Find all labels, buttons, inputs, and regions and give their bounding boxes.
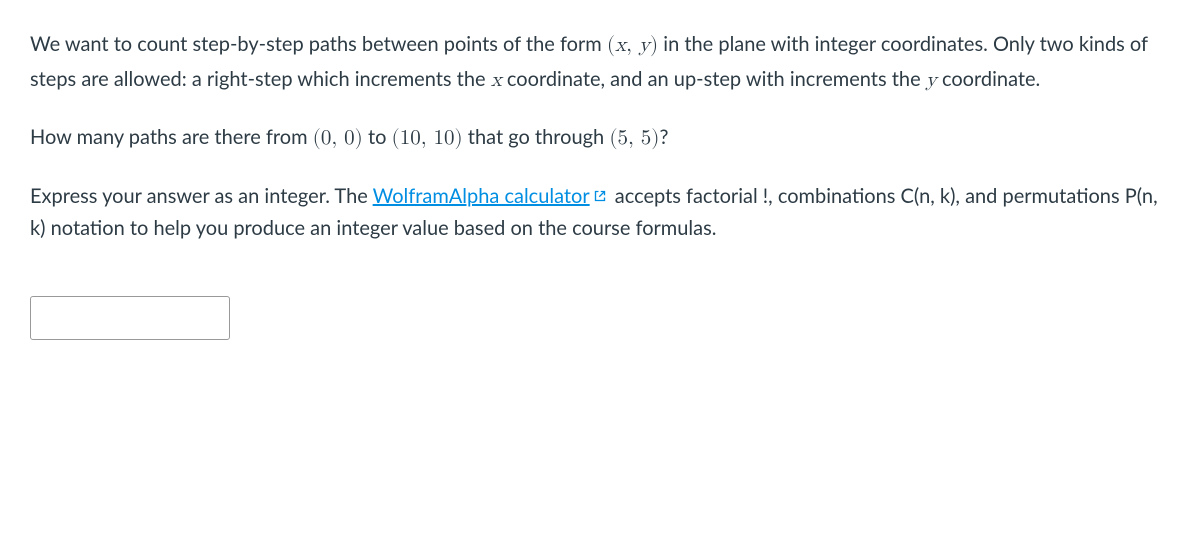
problem-paragraph-1: We want to count step-by-step paths betw… [30,28,1170,97]
text-fragment: coordinate. [937,67,1040,91]
math-var-x: x [491,70,502,91]
math-sep: , [626,35,639,56]
math-var-y: y [926,70,937,91]
math-point: (5, 5) [609,128,659,149]
math-point: (0, 0) [313,128,363,149]
link-text: WolframAlpha calculator [373,184,590,208]
text-fragment: that go through [463,125,610,149]
paren-open: ( [607,35,615,56]
text-fragment: Express your answer as an integer. The [30,184,373,208]
math-var-x: x [615,35,626,56]
problem-paragraph-3: Express your answer as an integer. The W… [30,180,1170,244]
math-expression: (x, y) [607,35,658,56]
text-fragment: How many paths are there from [30,125,313,149]
paren-close: ) [650,35,658,56]
wolfram-alpha-link[interactable]: WolframAlpha calculator [373,184,610,208]
text-fragment: to [363,125,392,149]
problem-paragraph-2: How many paths are there from (0, 0) to … [30,121,1170,156]
answer-input[interactable] [30,296,230,340]
text-fragment: coordinate, and an up-step with incremen… [502,67,926,91]
math-point: (10, 10) [392,128,463,149]
text-fragment: We want to count step-by-step paths betw… [30,32,607,56]
external-link-icon [594,190,606,202]
math-var-y: y [639,35,650,56]
text-fragment: ? [659,125,668,149]
